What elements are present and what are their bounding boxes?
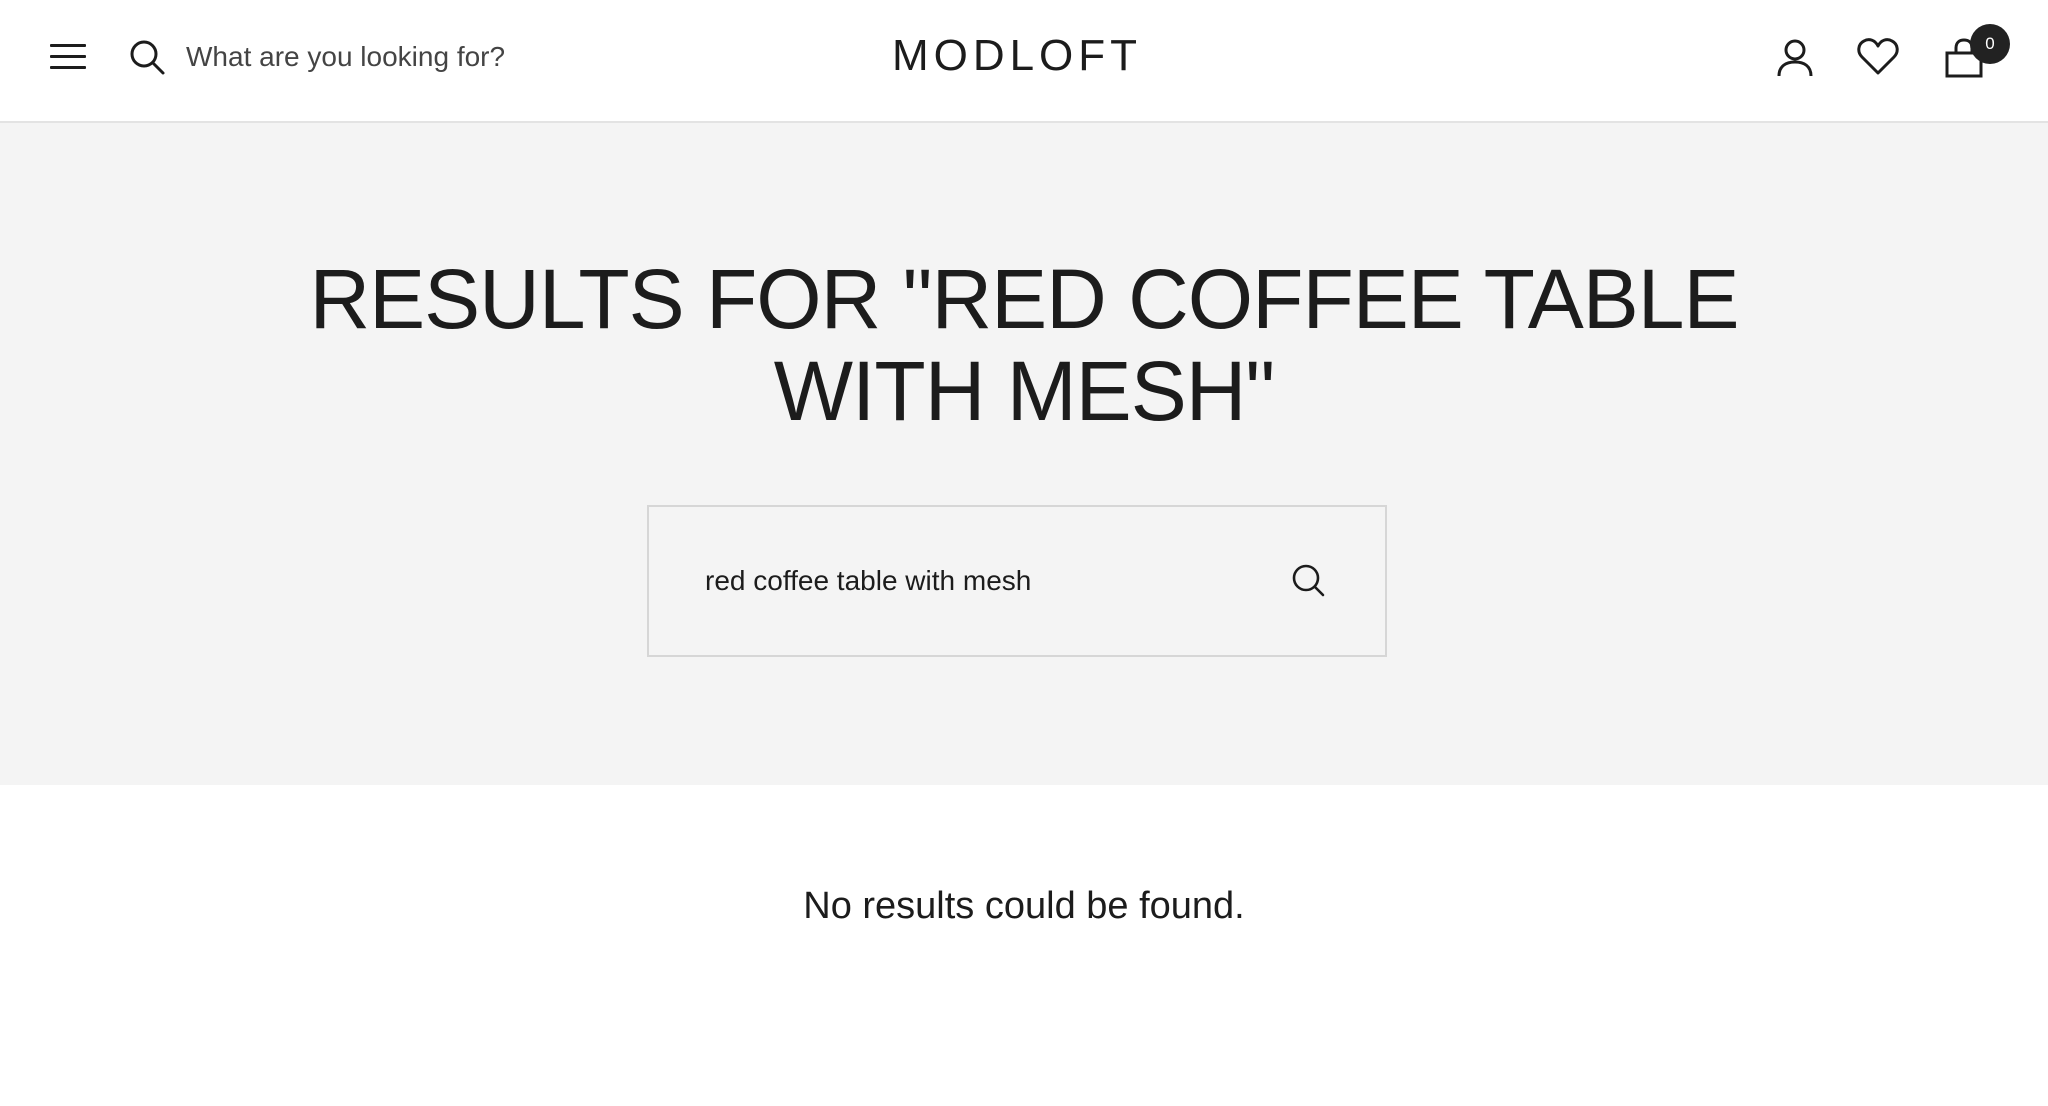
search-icon[interactable] — [128, 38, 166, 76]
user-icon[interactable] — [1776, 38, 1814, 78]
cart-count-badge[interactable]: 0 — [1970, 24, 2010, 64]
search-input[interactable] — [705, 559, 1265, 603]
page-title: RESULTS FOR "RED COFFEE TABLE WITH MESH" — [309, 252, 1739, 438]
site-header: MODLOFT 0 — [0, 0, 2048, 123]
no-results-message: No results could be found. — [803, 885, 1245, 927]
modloft-logo[interactable]: MODLOFT — [858, 34, 1176, 76]
search-icon — [1292, 564, 1325, 597]
search-results-hero: RESULTS FOR "RED COFFEE TABLE WITH MESH" — [0, 123, 2048, 785]
header-search-input[interactable] — [186, 36, 646, 78]
search-form — [647, 505, 1387, 657]
search-submit-button[interactable] — [1289, 561, 1329, 601]
heart-icon[interactable] — [1857, 38, 1899, 76]
hamburger-menu-icon[interactable] — [50, 44, 86, 70]
logo-text: MODLOFT — [892, 34, 1142, 76]
